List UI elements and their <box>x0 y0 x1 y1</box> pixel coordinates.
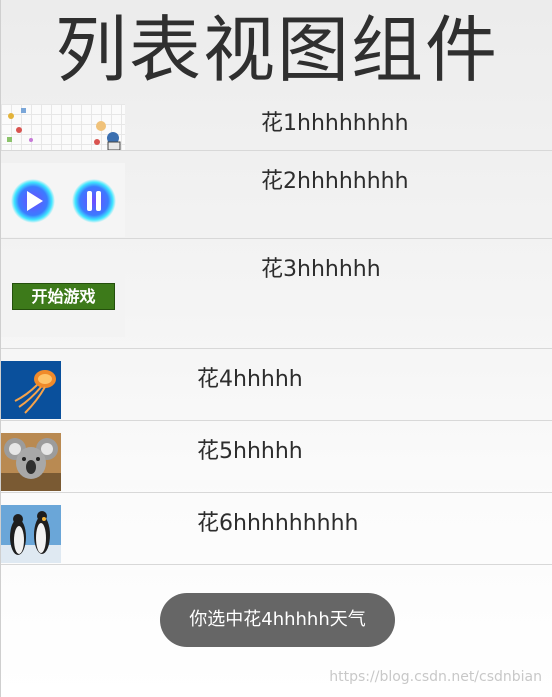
watermark-text: https://blog.csdn.net/csdnbian <box>329 669 542 685</box>
list-item[interactable]: 花2hhhhhhhh <box>1 151 552 239</box>
list-item[interactable]: 花1hhhhhhhh <box>1 104 552 151</box>
play-pause-buttons-image <box>1 163 125 237</box>
list-item-label: 花6hhhhhhhhh <box>197 511 359 536</box>
list-item-label: 花1hhhhhhhh <box>261 111 409 136</box>
page-title: 列表视图组件 <box>54 8 499 92</box>
list-item[interactable]: 开始游戏 花3hhhhhh <box>1 239 552 349</box>
list-item[interactable]: 花5hhhhh <box>1 421 552 493</box>
penguins-photo <box>1 505 61 563</box>
toast-message: 你选中花4hhhhh天气 <box>160 593 395 647</box>
list-item[interactable]: 花6hhhhhhhhh <box>1 493 552 565</box>
jellyfish-photo <box>1 361 61 419</box>
start-game-banner-text: 开始游戏 <box>12 283 115 310</box>
list-item-label: 花4hhhhh <box>197 367 303 392</box>
koala-photo <box>1 433 61 491</box>
list-view[interactable]: 花1hhhhhhhh 花2hhhhhhhh 开始游戏 花3hhhhhh 花4hh… <box>1 104 552 565</box>
list-item-label: 花3hhhhhh <box>261 257 381 282</box>
sketch-grid-image <box>1 104 125 150</box>
list-item-label: 花2hhhhhhhh <box>261 169 409 194</box>
start-game-banner-image: 开始游戏 <box>1 249 125 337</box>
list-item-label: 花5hhhhh <box>197 439 303 464</box>
list-item[interactable]: 花4hhhhh <box>1 349 552 421</box>
